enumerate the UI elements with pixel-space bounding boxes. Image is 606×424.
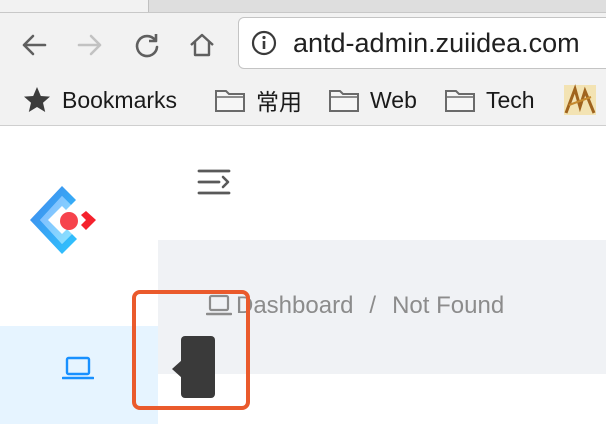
- back-icon: [22, 34, 47, 56]
- reload-button[interactable]: [131, 29, 163, 61]
- tab-strip: [0, 0, 606, 13]
- bookmark-folder-tech[interactable]: Tech: [444, 83, 535, 117]
- menu-fold-icon[interactable]: [196, 166, 232, 198]
- annotation-highlight-box: [132, 290, 250, 410]
- ant-design-logo[interactable]: [24, 180, 114, 266]
- site-favicon-icon: [564, 84, 596, 115]
- bookmark-bookmarks[interactable]: Bookmarks: [22, 83, 177, 117]
- bookmark-label: Tech: [486, 86, 535, 113]
- laptop-icon: [62, 356, 94, 380]
- breadcrumb-link-dashboard[interactable]: Dashboard: [236, 292, 353, 320]
- browser-tab[interactable]: [0, 0, 149, 12]
- app-container: Dashboard / Not Found: [0, 126, 606, 424]
- forward-icon: [77, 34, 102, 56]
- bookmark-folder-web[interactable]: Web: [328, 83, 417, 117]
- breadcrumb-separator: /: [369, 292, 377, 319]
- home-icon: [190, 33, 214, 57]
- bookmarks-bar: Bookmarks 常用 Web Tech: [0, 77, 606, 126]
- url-text: antd-admin.zuiidea.com: [293, 28, 580, 58]
- info-icon[interactable]: [251, 30, 277, 56]
- folder-icon: [215, 90, 245, 112]
- folder-icon: [445, 90, 475, 112]
- home-button[interactable]: [186, 29, 218, 61]
- bookmark-folder-common[interactable]: 常用: [214, 83, 302, 117]
- bookmark-label: 常用: [256, 89, 302, 115]
- breadcrumb: Dashboard / Not Found: [206, 292, 504, 320]
- bookmark-label: Bookmarks: [62, 86, 178, 113]
- breadcrumb-current: Not Found: [392, 292, 505, 319]
- address-bar[interactable]: antd-admin.zuiidea.com: [238, 17, 606, 69]
- star-icon: [24, 87, 50, 112]
- forward-button[interactable]: [74, 29, 106, 61]
- reload-icon: [135, 34, 159, 58]
- back-button[interactable]: [18, 29, 50, 61]
- bookmark-site-favicon[interactable]: [563, 83, 606, 117]
- bookmark-label: Web: [370, 86, 417, 113]
- browser-toolbar: antd-admin.zuiidea.com: [0, 13, 606, 77]
- folder-icon: [329, 90, 359, 112]
